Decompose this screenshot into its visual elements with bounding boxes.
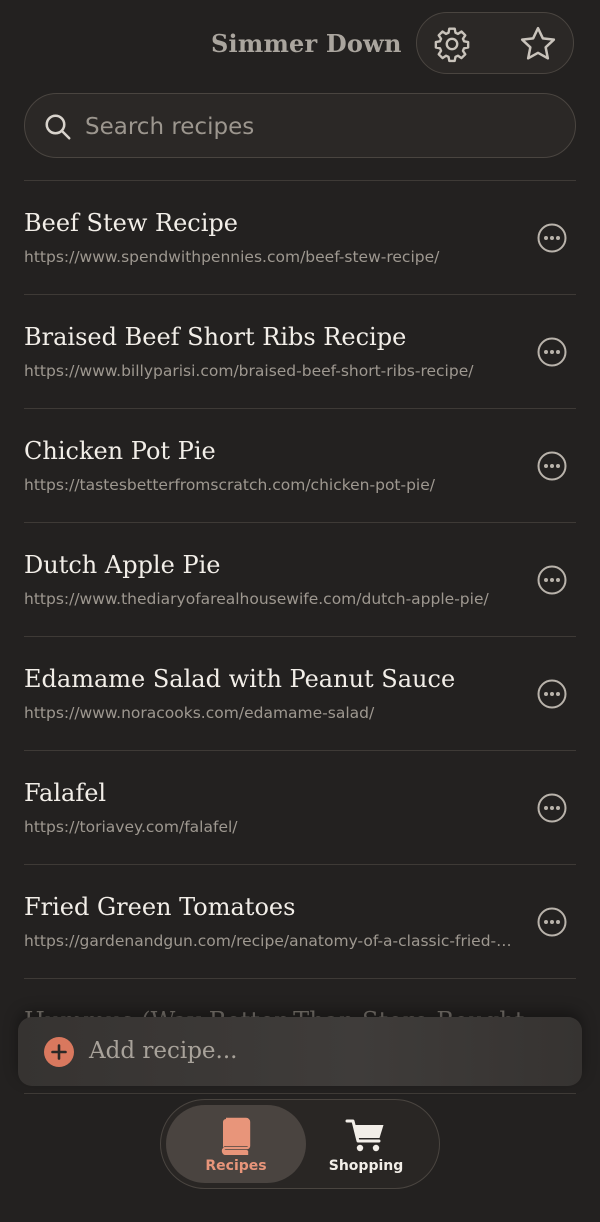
settings-button[interactable] bbox=[431, 23, 473, 65]
search-input[interactable] bbox=[83, 94, 557, 159]
more-options-icon[interactable] bbox=[536, 222, 568, 254]
search-icon bbox=[45, 114, 71, 140]
tab-recipes[interactable]: Recipes bbox=[166, 1105, 306, 1183]
recipe-url: https://www.thediaryofarealhousewife.com… bbox=[24, 590, 489, 608]
gear-icon bbox=[434, 27, 470, 63]
favorites-button[interactable] bbox=[517, 23, 559, 65]
tab-shopping[interactable]: Shopping bbox=[296, 1105, 436, 1183]
cart-icon bbox=[345, 1119, 384, 1152]
recipe-title: Edamame Salad with Peanut Sauce bbox=[24, 665, 456, 693]
app-title: Simmer Down bbox=[211, 29, 402, 58]
more-options-icon[interactable] bbox=[536, 336, 568, 368]
plus-circle-icon bbox=[44, 1037, 74, 1067]
recipe-title: Beef Stew Recipe bbox=[24, 209, 238, 237]
star-icon bbox=[520, 26, 556, 60]
header: Simmer Down bbox=[0, 0, 600, 90]
recipe-title: Dutch Apple Pie bbox=[24, 551, 221, 579]
add-recipe-button[interactable]: Add recipe... bbox=[18, 1017, 582, 1086]
recipe-row[interactable]: Braised Beef Short Ribs Recipe https://w… bbox=[24, 294, 576, 408]
more-options-icon[interactable] bbox=[536, 678, 568, 710]
recipe-title: Chicken Pot Pie bbox=[24, 437, 216, 465]
more-options-icon[interactable] bbox=[536, 792, 568, 824]
search-bar bbox=[24, 93, 576, 159]
recipe-url: https://gardenandgun.com/recipe/anatomy-… bbox=[24, 932, 516, 950]
recipe-title: Braised Beef Short Ribs Recipe bbox=[24, 323, 407, 351]
add-recipe-label: Add recipe... bbox=[89, 1038, 238, 1064]
more-options-icon[interactable] bbox=[536, 450, 568, 482]
tab-label: Shopping bbox=[328, 1158, 404, 1174]
recipe-url: https://www.spendwithpennies.com/beef-st… bbox=[24, 248, 440, 266]
tab-label: Recipes bbox=[205, 1158, 267, 1174]
recipe-row[interactable]: Dutch Apple Pie https://www.thediaryofar… bbox=[24, 522, 576, 636]
header-actions bbox=[416, 12, 574, 74]
recipe-list: Beef Stew Recipe https://www.spendwithpe… bbox=[24, 180, 576, 1092]
more-options-icon[interactable] bbox=[536, 564, 568, 596]
recipe-row[interactable]: Fried Green Tomatoes https://gardenandgu… bbox=[24, 864, 576, 978]
recipe-title: Falafel bbox=[24, 779, 107, 807]
recipe-row[interactable]: Chicken Pot Pie https://tastesbetterfrom… bbox=[24, 408, 576, 522]
app: Simmer Down Beef Stew Recipe http bbox=[0, 0, 600, 1222]
tab-bar: Recipes Shopping bbox=[160, 1099, 440, 1189]
more-options-icon[interactable] bbox=[536, 906, 568, 938]
divider bbox=[24, 1093, 576, 1094]
recipe-url: https://www.noracooks.com/edamame-salad/ bbox=[24, 704, 375, 722]
recipe-row[interactable]: Edamame Salad with Peanut Sauce https://… bbox=[24, 636, 576, 750]
recipe-url: https://www.billyparisi.com/braised-beef… bbox=[24, 362, 474, 380]
recipe-url: https://toriavey.com/falafel/ bbox=[24, 818, 238, 836]
recipe-row[interactable]: Beef Stew Recipe https://www.spendwithpe… bbox=[24, 180, 576, 294]
recipe-row[interactable]: Falafel https://toriavey.com/falafel/ bbox=[24, 750, 576, 864]
recipe-title: Fried Green Tomatoes bbox=[24, 893, 296, 921]
recipe-url: https://tastesbetterfromscratch.com/chic… bbox=[24, 476, 435, 494]
book-icon bbox=[221, 1117, 251, 1155]
